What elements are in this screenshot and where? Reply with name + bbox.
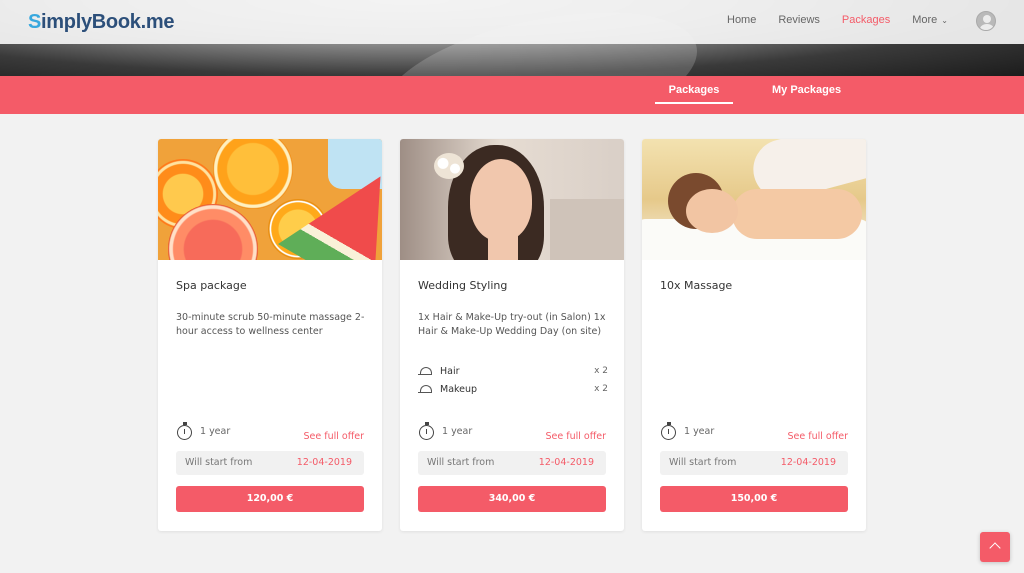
nav-home[interactable]: Home bbox=[727, 14, 756, 26]
start-date: 12-04-2019 bbox=[780, 457, 836, 468]
see-full-offer-link[interactable]: See full offer bbox=[787, 431, 848, 442]
main-nav: Home Reviews Packages More ⌄ bbox=[705, 14, 948, 26]
nav-more-label: More bbox=[912, 14, 938, 26]
start-label: Will start from bbox=[669, 457, 737, 468]
chevron-up-icon[interactable] bbox=[980, 532, 1010, 562]
package-title: 10x Massage bbox=[660, 279, 733, 292]
tab-my-packages[interactable]: My Packages bbox=[772, 84, 841, 96]
logo[interactable]: SimplyBook.me bbox=[28, 11, 174, 34]
package-title: Wedding Styling bbox=[418, 279, 508, 292]
service-list: Hair x 2 Makeup x 2 bbox=[418, 362, 608, 398]
buy-button[interactable]: 120,00 € bbox=[176, 486, 364, 512]
see-full-offer-link[interactable]: See full offer bbox=[545, 431, 606, 442]
bell-icon bbox=[418, 383, 432, 395]
package-card-massage: 10x Massage 1 year See full offer Will s… bbox=[642, 139, 866, 531]
logo-s: S bbox=[28, 11, 42, 33]
service-item: Makeup x 2 bbox=[418, 380, 608, 398]
stopwatch-icon bbox=[660, 422, 678, 440]
massage-image bbox=[642, 139, 866, 260]
start-label: Will start from bbox=[185, 457, 253, 468]
nav-packages[interactable]: Packages bbox=[842, 14, 890, 26]
top-navbar: SimplyBook.me Home Reviews Packages More… bbox=[0, 0, 1024, 44]
fruit-image bbox=[158, 139, 382, 260]
bride-image bbox=[400, 139, 624, 260]
chevron-down-icon: ⌄ bbox=[941, 15, 948, 25]
user-avatar-icon[interactable] bbox=[976, 11, 996, 31]
service-name: Hair bbox=[440, 365, 460, 377]
service-qty: x 2 bbox=[594, 384, 608, 394]
buy-button[interactable]: 340,00 € bbox=[418, 486, 606, 512]
service-name: Makeup bbox=[440, 383, 478, 395]
start-date: 12-04-2019 bbox=[538, 457, 594, 468]
validity-text: 1 year bbox=[200, 425, 231, 437]
tab-packages[interactable]: Packages bbox=[655, 84, 733, 104]
validity: 1 year bbox=[176, 422, 230, 440]
tab-band: Packages My Packages bbox=[0, 76, 1024, 114]
package-description: 1x Hair & Make-Up try-out (in Salon) 1x … bbox=[418, 312, 606, 337]
bell-icon bbox=[418, 365, 432, 377]
service-qty: x 2 bbox=[594, 366, 608, 376]
validity-text: 1 year bbox=[442, 425, 473, 437]
stopwatch-icon bbox=[418, 422, 436, 440]
start-date-box: Will start from 12-04-2019 bbox=[176, 451, 364, 475]
see-full-offer-link[interactable]: See full offer bbox=[303, 431, 364, 442]
buy-button[interactable]: 150,00 € bbox=[660, 486, 848, 512]
service-item: Hair x 2 bbox=[418, 362, 608, 380]
stopwatch-icon bbox=[176, 422, 194, 440]
package-card-wedding: Wedding Styling 1x Hair & Make-Up try-ou… bbox=[400, 139, 624, 531]
validity: 1 year bbox=[660, 422, 714, 440]
start-label: Will start from bbox=[427, 457, 495, 468]
logo-text: implyBook.me bbox=[41, 11, 175, 33]
nav-reviews[interactable]: Reviews bbox=[778, 14, 820, 26]
nav-more[interactable]: More ⌄ bbox=[912, 14, 948, 26]
package-card-spa: Spa package 30-minute scrub 50-minute ma… bbox=[158, 139, 382, 531]
start-date-box: Will start from 12-04-2019 bbox=[660, 451, 848, 475]
validity-text: 1 year bbox=[684, 425, 715, 437]
package-title: Spa package bbox=[176, 279, 247, 292]
start-date: 12-04-2019 bbox=[296, 457, 352, 468]
start-date-box: Will start from 12-04-2019 bbox=[418, 451, 606, 475]
validity: 1 year bbox=[418, 422, 472, 440]
package-description: 30-minute scrub 50-minute massage 2-hour… bbox=[176, 312, 365, 337]
